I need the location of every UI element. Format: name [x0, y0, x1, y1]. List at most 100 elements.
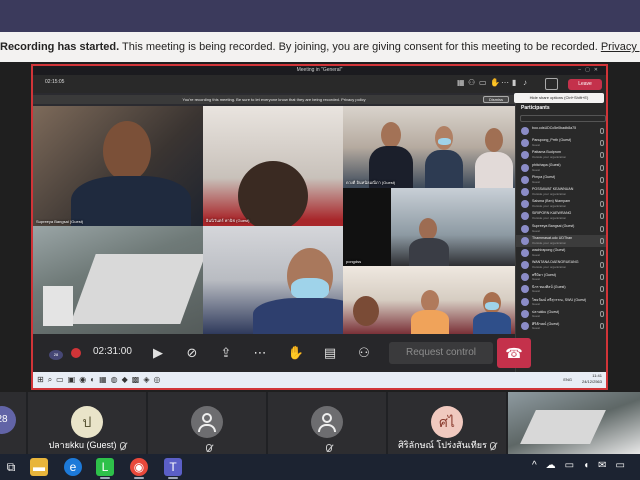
participant-avatar — [521, 273, 529, 282]
participant-label: ศิริลักษณ์ โปร่งสันเทียร — [388, 438, 506, 452]
participant-row-name: Panupong_Prrth (Guest) — [532, 138, 572, 143]
file-explorer-icon[interactable]: ▬ — [30, 458, 48, 476]
participant-count-badge: 28 — [49, 350, 63, 360]
participant-face — [381, 122, 401, 148]
participant-body — [475, 152, 513, 188]
mic-icon — [600, 298, 604, 305]
participants-search — [520, 115, 606, 122]
participant-body — [253, 298, 343, 334]
mic-off-icon — [325, 443, 332, 452]
participant-body — [473, 312, 511, 334]
grid-icon: ▦ — [457, 78, 472, 87]
participant-tile[interactable]: ศไ ศิริลักษณ์ โปร่งสันเทียร — [388, 392, 506, 454]
participant-row-name: Pimpa (Guest) — [532, 174, 556, 179]
video-tile: Supreeya Bangsai (Guest) — [33, 106, 203, 226]
mic-off-icon — [489, 441, 496, 450]
recording-banner-message: This meeting is being recorded. By joini… — [119, 41, 601, 53]
shared-taskbar-clock: 11:41 24/12/2563 — [582, 373, 602, 385]
share-options-tooltip: Hide share options (Ctrl+Shift+E) — [514, 93, 604, 103]
participant-avatar — [521, 139, 529, 148]
mic-icon — [600, 323, 604, 329]
participant-tile[interactable] — [148, 392, 266, 454]
mic-icon — [600, 237, 604, 244]
participant-row-role: Guest — [532, 277, 541, 282]
video-tile — [33, 226, 203, 334]
meeting-table — [70, 254, 203, 324]
participant-row-role: Outside your organization — [532, 240, 567, 245]
mic-icon — [600, 274, 604, 281]
participant-label: ปลายkku (Guest) — [28, 438, 146, 452]
participants-icon: ⚇ — [358, 345, 370, 360]
meeting-table — [43, 286, 73, 326]
hang-up-button: ☎ — [497, 338, 531, 368]
participants-panel: Participants boo.cdsUDCc5e0badb8a75 Panup… — [515, 93, 606, 378]
participants-list: boo.cdsUDCc5e0badb8a75 Panupong_Prrth (Gu… — [516, 125, 606, 332]
video-tile: ดวงดี อินทนิลมณีภา (Guest) — [343, 106, 515, 188]
tile-name: pongdss — [346, 259, 362, 264]
participant-overflow-count: 28 — [0, 406, 16, 434]
shared-dismiss-button: Dismiss — [483, 96, 509, 103]
window-control-icons: –▢✕ — [578, 67, 602, 73]
video-tile: อินนิวันตร์ พานิช (Guest) — [203, 106, 343, 226]
participant-avatar — [521, 212, 529, 221]
participant-row-name: phitchapa (Guest) — [532, 162, 561, 167]
shared-leave-button: Leave — [568, 79, 602, 90]
self-video-tile[interactable] — [508, 392, 640, 454]
shared-meeting-timer: 02:15:05 — [45, 79, 65, 85]
more-icon: ⋯ — [253, 345, 267, 360]
participant-overflow-tile[interactable]: 28 — [0, 392, 26, 454]
participant-row: Thammasat.udc UDThan Outside your organiz… — [516, 234, 606, 247]
share-icon: ⇪ — [220, 345, 232, 360]
participant-avatar — [521, 187, 529, 196]
participant-tile[interactable] — [268, 392, 386, 454]
share-tray-icon — [545, 78, 558, 90]
more-icon: ⋯ — [501, 78, 516, 87]
participant-face — [421, 290, 439, 312]
mic-off-icon: ⊘ — [186, 345, 198, 360]
chat-icon: ▭ — [479, 78, 494, 87]
participant-body — [409, 238, 449, 266]
system-tray-icons[interactable]: ^☁▭◖✉▭ — [532, 460, 634, 471]
participant-avatar — [521, 151, 529, 160]
participant-row-name: WANTANA DAENGRUEANG — [532, 260, 579, 265]
edge-icon[interactable]: e — [64, 458, 82, 476]
windows-taskbar: ⧉ ▬ e L ◉ T ^☁▭◖✉▭ — [0, 454, 640, 480]
participant-body — [71, 176, 191, 226]
chat-icon: ▤ — [323, 345, 337, 360]
participant-row: ปลายkku (Guest) Guest — [516, 308, 606, 320]
camera-icon: ▶ — [153, 345, 163, 360]
participant-avatar: ศไ — [431, 406, 463, 438]
mic-icon — [600, 176, 604, 183]
mic-icon — [600, 262, 604, 269]
chrome-icon[interactable]: ◉ — [130, 458, 148, 476]
participant-avatar — [521, 163, 529, 172]
participant-row: phitchapa (Guest) Guest — [516, 162, 606, 174]
participant-row-role: Guest — [532, 143, 541, 148]
participant-row: Panupong_Prrth (Guest) Guest — [516, 137, 606, 149]
participant-row-role: Guest — [532, 301, 541, 306]
teams-icon[interactable]: T — [164, 458, 182, 476]
privacy-policy-link[interactable]: Privacy policy — [601, 41, 640, 53]
participant-avatar — [521, 127, 529, 135]
teams-meeting-window: Recording has started. This meeting is b… — [0, 0, 640, 480]
shared-call-controls: 28 02:31:00 ▶ ⊘ ⇪ ⋯ ✋ ▤ ⚇ Request contro… — [33, 334, 531, 372]
participant-row-name: POSSAWAT KEAWNUAN — [532, 186, 574, 191]
camera-icon: ▮ — [512, 78, 524, 87]
participant-row-name: Thammasat.udc UDThan — [532, 235, 573, 240]
participant-face — [103, 121, 151, 181]
face-mask — [291, 278, 329, 300]
mic-icon — [600, 140, 604, 147]
participant-row-name: นิกร ทองศิลป์ (Guest) — [532, 285, 566, 290]
participant-row-name: พรีมิดา (Guest) — [532, 273, 556, 278]
participant-row-role: Outside your organization — [532, 216, 567, 221]
line-icon[interactable]: L — [96, 458, 114, 476]
participant-face — [353, 296, 379, 326]
shared-taskbar: ⊞⌕▭▣◉◐▦◍◆▩◈◎ ENG 11:41 24/12/2563 — [33, 372, 606, 388]
participant-row: นิกร ทองศิลป์ (Guest) Guest — [516, 283, 606, 295]
task-view-icon[interactable]: ⧉ — [2, 458, 20, 476]
participant-row: Pattama Budprom Outside your organization — [516, 149, 606, 161]
participant-tile[interactable]: ป ปลายkku (Guest) — [28, 392, 146, 454]
participant-body — [425, 150, 463, 188]
participant-label — [268, 442, 386, 452]
participant-avatar — [521, 224, 529, 233]
